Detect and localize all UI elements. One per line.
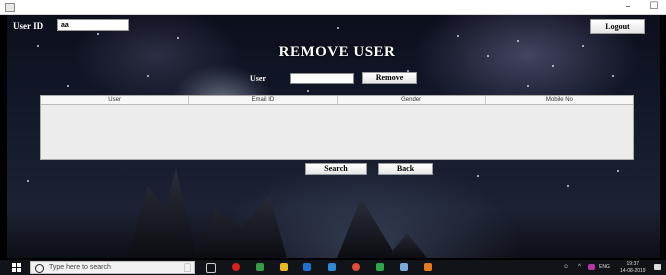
user-id-label: User ID <box>13 21 44 31</box>
edge-icon[interactable] <box>303 263 311 271</box>
page-title: REMOVE USER <box>278 44 396 60</box>
maximize-button[interactable]: ☐ <box>644 0 664 14</box>
app-content-area: User ID aa Logout REMOVE USER User Remov… <box>7 15 660 258</box>
clock-date: 14-08-2019 <box>620 268 646 274</box>
search-button[interactable]: Search <box>305 163 367 175</box>
file-explorer-icon[interactable] <box>280 263 288 271</box>
column-header-mobile[interactable]: Mobile No <box>486 96 633 104</box>
language-indicator[interactable]: ENG <box>599 260 610 275</box>
cortana-icon <box>35 264 44 273</box>
java-icon[interactable] <box>424 263 432 271</box>
app-icon[interactable] <box>256 263 264 271</box>
clock[interactable]: 19:37 14-08-2019 <box>620 261 646 275</box>
windows-taskbar: Type here to search ☺ ^ ENG 19:37 14-08-… <box>0 260 666 275</box>
remove-button[interactable]: Remove <box>362 72 417 84</box>
java-app-icon <box>5 3 15 12</box>
app-icon[interactable] <box>376 263 384 271</box>
rock-formation <box>197 195 287 258</box>
start-button[interactable] <box>12 263 21 272</box>
rock-formation <box>127 168 197 258</box>
minimize-button[interactable]: – <box>618 0 638 14</box>
user-label: User <box>250 74 266 83</box>
tray-app-icon[interactable] <box>588 264 595 270</box>
microphone-icon[interactable] <box>184 263 191 272</box>
user-input[interactable] <box>290 73 354 84</box>
taskbar-search-placeholder: Type here to search <box>49 264 111 271</box>
users-table[interactable]: User Email ID Gender Mobile No <box>40 95 634 160</box>
figure-silhouette <box>387 232 427 258</box>
people-icon[interactable]: ☺ <box>563 260 569 275</box>
column-header-user[interactable]: User <box>41 96 190 104</box>
chrome-icon[interactable] <box>352 263 360 271</box>
table-header: User Email ID Gender Mobile No <box>41 96 633 105</box>
app-icon[interactable] <box>328 263 336 271</box>
column-header-email[interactable]: Email ID <box>189 96 338 104</box>
rock-formation <box>337 198 397 258</box>
column-header-gender[interactable]: Gender <box>338 96 486 104</box>
opera-icon[interactable] <box>232 263 240 271</box>
logout-button[interactable]: Logout <box>590 19 645 34</box>
clock-time: 19:37 <box>626 261 640 267</box>
back-button[interactable]: Back <box>378 163 433 175</box>
chevron-up-icon[interactable]: ^ <box>578 260 581 275</box>
window-title-bar: – ☐ <box>0 0 666 15</box>
notification-icon[interactable] <box>654 264 661 270</box>
user-id-field[interactable]: aa <box>57 19 129 31</box>
taskbar-search-box[interactable]: Type here to search <box>30 261 195 274</box>
app-icon[interactable] <box>400 263 408 271</box>
task-view-icon[interactable] <box>206 263 216 273</box>
